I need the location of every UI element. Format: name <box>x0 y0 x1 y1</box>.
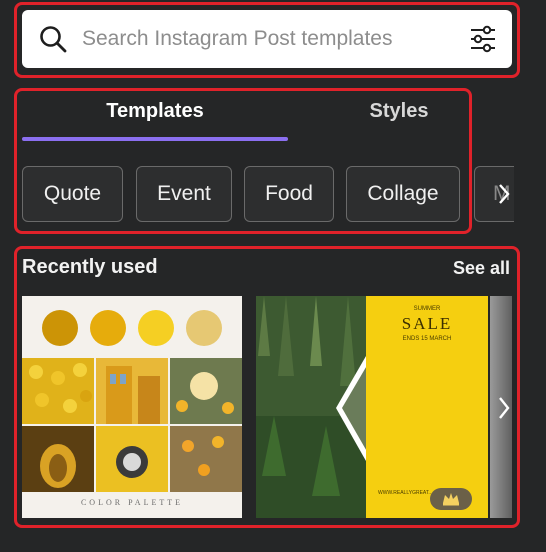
crown-icon <box>443 493 459 506</box>
sale-panel: SUMMER SALE ENDS 15 MARCH WWW.REALLYGREA… <box>366 296 488 518</box>
tab-templates[interactable]: Templates <box>22 90 288 138</box>
chip-quote[interactable]: Quote <box>22 166 123 222</box>
search-bar[interactable] <box>22 10 512 68</box>
chip-event[interactable]: Event <box>136 166 232 222</box>
search-input[interactable] <box>82 27 442 51</box>
tab-styles[interactable]: Styles <box>322 90 476 138</box>
search-icon <box>40 26 67 53</box>
premium-badge <box>430 488 472 510</box>
sale-subline: ENDS 15 MARCH <box>402 336 452 342</box>
chip-collage[interactable]: Collage <box>346 166 460 222</box>
palette-thumbnail <box>22 310 242 492</box>
palette-caption: COLOR PALETTE <box>80 498 184 507</box>
template-card-summer-sale[interactable]: SUMMER SALE ENDS 15 MARCH WWW.REALLYGREA… <box>256 296 488 518</box>
chevron-right-icon <box>499 184 510 204</box>
template-tabs: Templates Styles <box>22 90 468 142</box>
see-all-link[interactable]: See all <box>453 258 510 279</box>
sale-headline: SALE <box>401 314 453 333</box>
chevron-right-icon[interactable] <box>497 396 511 420</box>
template-card-color-palette[interactable]: COLOR PALETTE <box>22 296 242 518</box>
sale-url: WWW.REALLYGREAT... <box>378 490 433 496</box>
chip-food[interactable]: Food <box>244 166 334 222</box>
section-title: Recently used <box>22 256 158 278</box>
sliders-icon[interactable] <box>468 24 498 54</box>
sale-eyebrow: SUMMER <box>413 306 441 312</box>
chips-scroll-next[interactable]: M <box>474 166 514 222</box>
active-tab-indicator <box>22 137 288 141</box>
